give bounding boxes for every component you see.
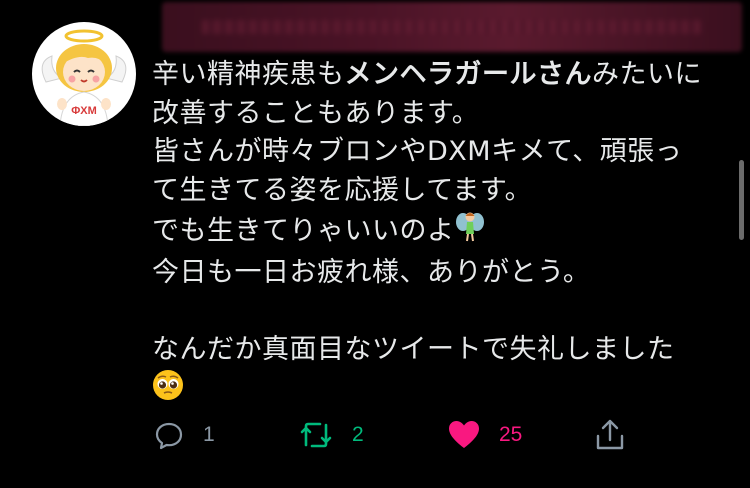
tweet-line bbox=[152, 369, 732, 413]
share-button[interactable] bbox=[594, 415, 626, 455]
fairy-emoji-icon bbox=[455, 210, 485, 254]
tweet-line: て生きてる姿を応援してます。 bbox=[152, 174, 533, 206]
pleading-face-emoji-icon bbox=[152, 369, 184, 413]
tweet-line: 皆さんが時々ブロンやDXMキメて、頑張っ bbox=[152, 136, 683, 167]
retweet-button[interactable]: 2 bbox=[298, 415, 364, 455]
mention-name: メンヘラガールさん bbox=[344, 59, 592, 90]
reply-button[interactable]: 1 bbox=[153, 415, 215, 455]
tweet-line: なんだか真面目なツイートで失礼しました bbox=[152, 333, 675, 365]
tweet-line: 今日も一日お疲れ様、ありがとう。 bbox=[152, 256, 591, 288]
heart-icon bbox=[449, 421, 479, 448]
tweet-line: でも生きてりゃいいのよ bbox=[152, 210, 732, 254]
angel-avatar-icon: ΦXM bbox=[41, 29, 127, 126]
tweet-actions: 1 2 25 bbox=[0, 415, 750, 455]
svg-text:ΦXM: ΦXM bbox=[71, 105, 97, 117]
avatar[interactable]: ΦXM bbox=[32, 22, 136, 126]
redacted-username bbox=[162, 2, 742, 52]
tweet-text: 辛い精神疾患もメンヘラガールさんみたいに 改善することもあります。 皆さんが時々… bbox=[152, 56, 732, 413]
reply-icon bbox=[155, 422, 183, 450]
tweet-line: 辛い精神疾患もメンヘラガールさんみたいに bbox=[152, 59, 702, 90]
like-button[interactable]: 25 bbox=[447, 415, 522, 455]
tweet-line: 改善することもあります。 bbox=[152, 97, 480, 129]
scrollbar-thumb[interactable] bbox=[739, 160, 744, 240]
like-count: 25 bbox=[499, 423, 523, 446]
share-icon bbox=[596, 419, 624, 450]
retweet-icon bbox=[300, 422, 332, 448]
retweet-count: 2 bbox=[352, 423, 364, 446]
reply-count: 1 bbox=[203, 423, 215, 446]
